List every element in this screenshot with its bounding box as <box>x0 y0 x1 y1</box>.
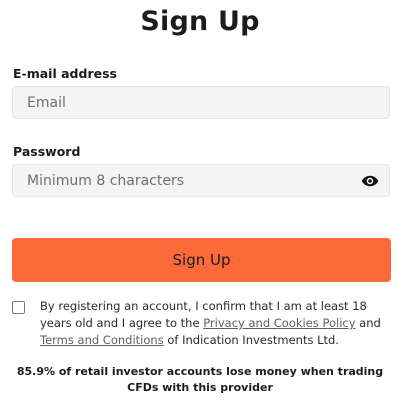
consent-text: By registering an account, I confirm tha… <box>40 298 392 349</box>
email-label: E-mail address <box>13 66 117 81</box>
consent-text-middle: and <box>355 316 381 330</box>
consent-checkbox[interactable] <box>12 301 25 314</box>
consent-text-after: of Indication Investments Ltd. <box>163 333 339 347</box>
email-field-wrapper <box>12 86 390 119</box>
risk-warning-line2: CFDs with this provider <box>127 381 273 394</box>
terms-link[interactable]: Terms and Conditions <box>40 333 164 347</box>
email-field[interactable] <box>13 87 389 118</box>
page-title: Sign Up <box>140 6 260 37</box>
risk-warning-line1: 85.9% of retail investor accounts lose m… <box>16 365 384 378</box>
eye-icon[interactable] <box>361 173 379 189</box>
sign-up-button[interactable]: Sign Up <box>12 238 391 282</box>
password-field-wrapper <box>12 164 390 197</box>
privacy-policy-link[interactable]: Privacy and Cookies Policy <box>203 316 355 330</box>
password-field[interactable] <box>13 165 389 196</box>
password-label: Password <box>13 144 81 159</box>
risk-warning: 85.9% of retail investor accounts lose m… <box>10 364 390 396</box>
